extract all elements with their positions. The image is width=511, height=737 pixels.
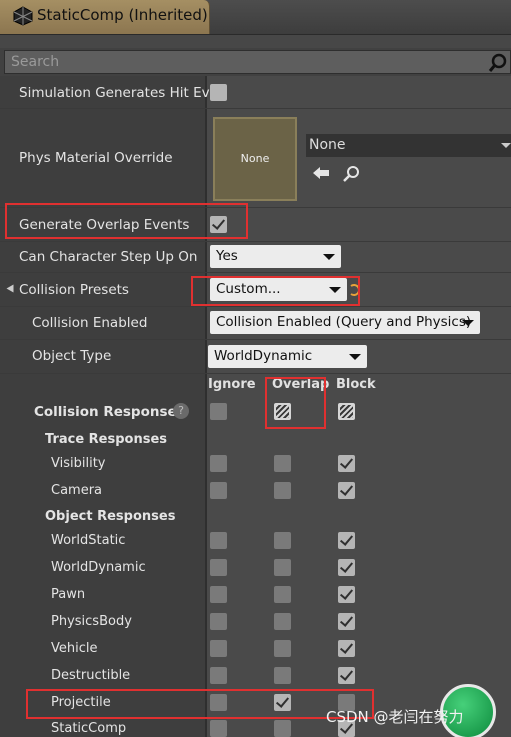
- collision-responses-ignore-checkbox[interactable]: [210, 403, 227, 420]
- overlap-checkbox[interactable]: [274, 559, 291, 576]
- block-checkbox[interactable]: [338, 559, 355, 576]
- generate-overlap-events-checkbox[interactable]: [210, 216, 227, 233]
- simulation-hit-events-checkbox[interactable]: [210, 84, 227, 101]
- response-row-label: WorldStatic: [51, 533, 126, 548]
- ignore-checkbox[interactable]: [210, 482, 227, 499]
- block-checkbox[interactable]: [338, 532, 355, 549]
- search-row: Search: [0, 48, 511, 76]
- response-row-label: StaticComp: [51, 721, 127, 736]
- chevron-down-icon: [323, 254, 335, 260]
- collision-enabled-value: Collision Enabled (Query and Physics): [216, 314, 472, 330]
- overlap-checkbox[interactable]: [274, 720, 291, 737]
- block-checkbox[interactable]: [338, 482, 355, 499]
- overlap-checkbox[interactable]: [274, 455, 291, 472]
- help-icon[interactable]: ?: [173, 403, 189, 419]
- response-row-label: Projectile: [51, 695, 111, 710]
- overlap-checkbox[interactable]: [274, 613, 291, 630]
- ignore-checkbox[interactable]: [210, 559, 227, 576]
- phys-material-thumbnail[interactable]: None: [213, 117, 297, 201]
- overlap-checkbox[interactable]: [274, 667, 291, 684]
- response-row-label: Camera: [51, 483, 103, 498]
- response-row-label: Visibility: [51, 456, 106, 471]
- response-row-label: Destructible: [51, 668, 131, 683]
- overlap-checkbox[interactable]: [274, 482, 291, 499]
- collision-presets-value: Custom...: [216, 281, 281, 297]
- overlap-checkbox[interactable]: [274, 640, 291, 657]
- trace-responses-label: Trace Responses: [45, 432, 168, 447]
- collision-responses-overlap-checkbox[interactable]: [274, 403, 291, 420]
- object-type-dropdown[interactable]: WorldDynamic: [208, 345, 367, 368]
- browse-search-icon[interactable]: [343, 165, 360, 182]
- response-row-label: WorldDynamic: [51, 560, 146, 575]
- overlap-checkbox[interactable]: [274, 586, 291, 603]
- search-icon[interactable]: [488, 53, 508, 73]
- reset-to-default-icon[interactable]: [349, 283, 359, 297]
- collision-presets-label: Collision Presets: [19, 282, 129, 298]
- collision-responses-label: Collision Responses: [34, 404, 185, 420]
- response-row-label: PhysicsBody: [51, 614, 132, 629]
- overlap-checkbox[interactable]: [274, 694, 291, 711]
- ignore-checkbox[interactable]: [210, 586, 227, 603]
- block-checkbox[interactable]: [338, 455, 355, 472]
- search-input[interactable]: Search: [4, 50, 511, 74]
- chevron-down-icon: [501, 143, 511, 148]
- response-row-label: Pawn: [51, 587, 86, 602]
- collapse-arrow-icon[interactable]: [6, 284, 14, 293]
- generate-overlap-events-label: Generate Overlap Events: [19, 217, 190, 233]
- can-character-step-up-dropdown[interactable]: Yes: [210, 245, 341, 268]
- phys-material-dropdown[interactable]: None: [306, 134, 511, 157]
- block-header: Block: [336, 377, 376, 392]
- collision-enabled-label: Collision Enabled: [32, 315, 148, 331]
- tab-title: StaticComp (Inherited): [37, 6, 208, 24]
- chevron-down-icon: [349, 354, 361, 360]
- block-checkbox[interactable]: [338, 586, 355, 603]
- block-checkbox[interactable]: [338, 640, 355, 657]
- simulation-hit-events-label: Simulation Generates Hit Eve: [19, 85, 218, 101]
- use-selected-arrow-icon[interactable]: [312, 166, 330, 180]
- phys-material-thumb-text: None: [240, 152, 270, 165]
- ignore-header: Ignore: [208, 377, 256, 392]
- can-character-step-up-value: Yes: [216, 248, 238, 264]
- phys-material-override-label: Phys Material Override: [19, 150, 173, 166]
- can-character-step-up-label: Can Character Step Up On: [19, 249, 198, 265]
- collision-presets-dropdown[interactable]: Custom...: [210, 278, 347, 301]
- collision-responses-block-checkbox[interactable]: [338, 403, 355, 420]
- ignore-checkbox[interactable]: [210, 532, 227, 549]
- watermark: CSDN @老闫在努力: [326, 708, 464, 726]
- object-type-label: Object Type: [32, 348, 112, 364]
- overlap-header: Overlap: [272, 377, 330, 392]
- block-checkbox[interactable]: [338, 613, 355, 630]
- response-row-label: Vehicle: [51, 641, 98, 656]
- ignore-checkbox[interactable]: [210, 640, 227, 657]
- chevron-down-icon: [329, 287, 341, 293]
- overlap-checkbox[interactable]: [274, 532, 291, 549]
- ignore-checkbox[interactable]: [210, 455, 227, 472]
- phys-material-value: None: [309, 137, 346, 153]
- block-checkbox[interactable]: [338, 667, 355, 684]
- ignore-checkbox[interactable]: [210, 720, 227, 737]
- details-tab[interactable]: StaticComp (Inherited): [0, 0, 210, 34]
- static-mesh-icon: [13, 6, 33, 26]
- collision-enabled-dropdown[interactable]: Collision Enabled (Query and Physics): [210, 311, 480, 334]
- object-type-value: WorldDynamic: [214, 348, 313, 364]
- title-bar: StaticComp (Inherited): [0, 0, 511, 35]
- object-responses-label: Object Responses: [45, 509, 176, 524]
- chevron-down-icon: [462, 320, 474, 326]
- ignore-checkbox[interactable]: [210, 667, 227, 684]
- ignore-checkbox[interactable]: [210, 613, 227, 630]
- ignore-checkbox[interactable]: [210, 694, 227, 711]
